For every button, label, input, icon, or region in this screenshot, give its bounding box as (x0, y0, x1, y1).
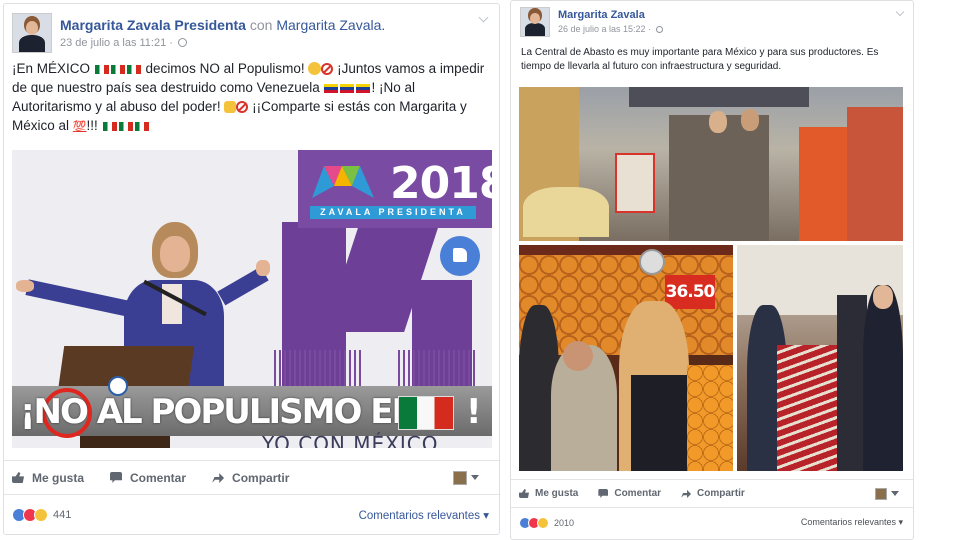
reactions-row: 2010 Comentarios relevantes ▾ (511, 507, 913, 537)
reactions-row: 441 Comentarios relevantes ▾ (4, 494, 499, 534)
reaction-count[interactable]: 441 (53, 509, 71, 521)
post-image[interactable]: 2018 ZAVALA PRESIDENTA ¡NO AL POPULISMO … (12, 150, 492, 448)
comment-icon (598, 489, 609, 498)
globe-icon (178, 38, 187, 47)
banner-exclamation: ! (466, 392, 482, 432)
share-button[interactable]: Compartir (212, 471, 289, 485)
post-header: Margarita Zavala Presidenta con Margarit… (4, 4, 499, 59)
venezuela-flag-icon (340, 84, 355, 93)
venezuela-flag-icon (356, 84, 371, 93)
share-icon (681, 489, 692, 498)
mexico-flag-icon (134, 122, 149, 131)
market-photo-1[interactable] (519, 87, 903, 241)
prohibited-icon (321, 63, 334, 75)
post-text: ¡En MÉXICO decimos NO al Populismo! ¡Jun… (12, 61, 485, 133)
caret-down-icon (891, 491, 899, 496)
tagged-name[interactable]: Margarita Zavala. (276, 17, 385, 33)
campaign-year: 2018 (390, 158, 492, 209)
globe-icon (655, 26, 663, 33)
hundred-points-icon: 💯 (72, 121, 87, 133)
post-card-2: Margarita Zavala 26 de julio a las 15:22… (510, 0, 914, 540)
page-avatar (875, 487, 887, 500)
comment-sort-dropdown[interactable]: Comentarios relevantes ▾ (801, 517, 903, 528)
chevron-down-icon[interactable] (478, 12, 489, 23)
avatar[interactable] (520, 7, 550, 37)
comment-button[interactable]: Comentar (598, 488, 661, 499)
angry-face-icon (308, 62, 322, 75)
author-line: Margarita Zavala Presidenta con Margarit… (60, 17, 385, 33)
m-logo-icon (108, 376, 128, 396)
post-card-1: Margarita Zavala Presidenta con Margarit… (3, 3, 500, 535)
share-icon (212, 473, 225, 483)
like-button[interactable]: Me gusta (12, 471, 84, 485)
post-text: La Central de Abasto es muy importante p… (521, 47, 879, 72)
comment-sort-dropdown[interactable]: Comentarios relevantes ▾ (359, 508, 489, 522)
mexico-flag-icon (94, 65, 109, 74)
reaction-count[interactable]: 2010 (554, 518, 574, 528)
chevron-down-icon[interactable] (895, 7, 905, 17)
avatar[interactable] (12, 13, 52, 53)
comment-icon (110, 472, 123, 483)
page-selector[interactable] (875, 487, 899, 500)
haha-reaction-icon[interactable] (537, 516, 549, 529)
post-timestamp[interactable]: 23 de julio a las 11:21 · (60, 37, 385, 49)
share-button[interactable]: Compartir (681, 488, 745, 499)
mexico-flag-icon (110, 65, 125, 74)
thumbs-up-icon (519, 489, 529, 498)
mexico-flag-icon (126, 65, 141, 74)
page-avatar (453, 470, 467, 485)
comment-button[interactable]: Comentar (110, 471, 186, 485)
campaign-brand-bar: ZAVALA PRESIDENTA (310, 206, 476, 219)
action-bar: Me gusta Comentar Compartir (511, 479, 913, 507)
post-header: Margarita Zavala 26 de julio a las 15:22… (511, 1, 913, 46)
like-button[interactable]: Me gusta (519, 488, 578, 499)
market-photo-2[interactable]: 36.50 (519, 245, 733, 471)
mexico-flag-icon (398, 396, 454, 430)
slogan-text: YO CON MÉXICO (262, 432, 439, 448)
like-bubble-icon (440, 236, 480, 276)
author-name[interactable]: Margarita Zavala Presidenta (60, 17, 246, 33)
venezuela-flag-icon (324, 84, 339, 93)
mexico-flag-icon (102, 122, 117, 131)
haha-reaction-icon[interactable] (34, 507, 48, 522)
page-selector[interactable] (453, 470, 479, 485)
caret-down-icon (471, 475, 479, 480)
market-photo-3[interactable] (737, 245, 903, 471)
prohibited-icon (236, 101, 249, 113)
mexico-flag-icon (118, 122, 133, 131)
action-bar: Me gusta Comentar Compartir (4, 460, 499, 494)
post-timestamp[interactable]: 26 de julio a las 15:22 · (558, 24, 663, 34)
thumbs-down-icon (224, 101, 237, 113)
thumbs-up-icon (12, 472, 24, 483)
with-text: con (249, 17, 273, 33)
author-name[interactable]: Margarita Zavala (558, 9, 663, 21)
price-tag: 36.50 (665, 275, 715, 309)
